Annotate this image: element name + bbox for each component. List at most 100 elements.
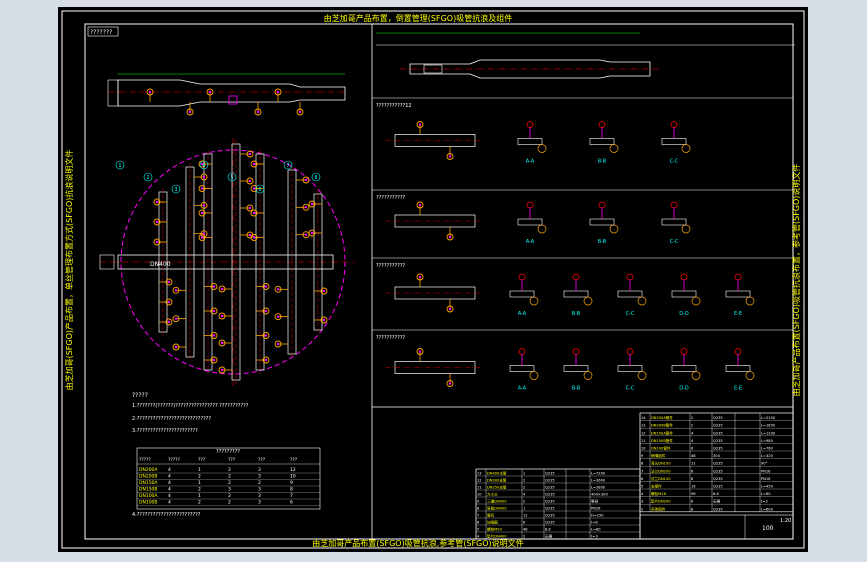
bom-cell: 螺栓M20 (487, 527, 503, 532)
bom-cell: H=150 (591, 514, 604, 518)
section-callout: B-B (572, 386, 581, 392)
bom-cell: 2 (523, 535, 525, 539)
nozzle-core (202, 175, 206, 179)
spec-table-title: ????????? (216, 449, 240, 455)
spec-table-cell: 10 (290, 474, 296, 480)
nozzle-core (174, 289, 178, 292)
bom-cell: 5 (477, 528, 479, 532)
spec-table-header: ????? (168, 457, 181, 463)
nozzle-core (155, 240, 159, 244)
nozzle-core (248, 152, 252, 156)
spec-table-cell: DN100B (139, 500, 158, 506)
part-balloon-label: 5 (230, 175, 233, 181)
bom-cell: Q235 (713, 507, 723, 511)
nozzle-core (252, 162, 256, 166)
bom-cell: 3 (641, 500, 643, 504)
drawing-scale: 1:20 (780, 518, 791, 524)
spec-table-cell: DN150B (139, 487, 158, 493)
section-callout: A-A (526, 239, 535, 245)
bom-cell: 7 (641, 469, 643, 473)
bom-cell: 石棉 (713, 499, 721, 504)
nozzle-core (448, 235, 452, 239)
bom-cell: Q235 (713, 431, 723, 435)
bom-cell: t=3 (591, 535, 598, 539)
bom-cell: Q235 (545, 514, 555, 518)
nozzle-core (167, 280, 171, 284)
section-callout: C-C (626, 386, 635, 392)
bom-cell: 盲板DN400 (487, 506, 507, 511)
bom-cell: 12 (477, 479, 482, 483)
section-callout: B-B (598, 159, 607, 165)
bom-cell: Q235 (713, 485, 723, 489)
nozzle-core (174, 345, 178, 349)
nozzle-core (264, 285, 268, 288)
bom-cell: 法兰DN150 (651, 476, 671, 481)
bom-cell: t=3 (761, 500, 768, 504)
note-line: 2.???????????????????????????? (132, 416, 211, 422)
bom-cell: L=2150 (761, 416, 776, 420)
bom-cell: L=60 (761, 492, 771, 496)
spec-table-cell: 2 (228, 467, 231, 473)
nozzle-core (276, 288, 280, 291)
bom-cell: Q235 (545, 500, 555, 504)
nozzle-core (264, 309, 268, 313)
bom-cell: 螺栓M16 (651, 491, 667, 496)
bom-cell: 弯头DN100 (651, 461, 671, 466)
bom-cell: 8.8 (545, 528, 551, 532)
section-callout: C-C (670, 159, 679, 165)
nozzle-core (448, 307, 452, 311)
sheet-tag: ??????? (90, 29, 112, 36)
nozzle-core (208, 90, 212, 94)
nozzle-core (200, 187, 204, 190)
spec-table-cell: 3 (258, 487, 261, 493)
nozzle-core (202, 204, 206, 207)
bom-cell: DN400主管 (487, 471, 507, 476)
bom-cell: DN100管件 (651, 446, 671, 451)
bom-cell: 11 (641, 439, 646, 443)
bom-cell: L=3600 (591, 479, 606, 483)
spec-table-header: ??? (258, 457, 266, 463)
bom-cell: 2 (641, 507, 643, 511)
part-balloon-label: 1 (118, 163, 121, 169)
nozzle-core (448, 382, 452, 385)
spec-table-cell: 4 (168, 467, 171, 473)
part-balloon-label: 8 (314, 175, 317, 181)
section-callout: B-B (572, 311, 581, 317)
spec-table-cell: 4 (168, 474, 171, 480)
bom-cell: Q235 (713, 477, 723, 481)
nozzle-core (212, 309, 216, 313)
nozzle-core (248, 206, 252, 210)
bom-cell: DN250支管 (487, 485, 507, 490)
bom-cell: 13 (477, 472, 482, 476)
spec-table-cell: 3 (228, 487, 231, 493)
notes-heading: ????? (132, 392, 148, 399)
spec-table-cell: 2 (198, 487, 201, 493)
spec-table-cell: 2 (228, 493, 231, 499)
spec-table-cell: 7 (290, 493, 293, 499)
bom-cell: 管托 (487, 513, 495, 518)
bom-cell: 12 (641, 431, 646, 435)
bom-cell: Q235 (713, 469, 723, 473)
bom-cell: Q235 (713, 462, 723, 466)
section-callout: D-D (679, 386, 689, 392)
nozzle-core (167, 320, 171, 324)
nozzle-core (220, 368, 224, 372)
bom-cell: 10 (477, 493, 482, 497)
bom-cell: 支撑件 (651, 484, 662, 489)
nozzle-core (252, 187, 256, 190)
spec-table-cell: 2 (198, 474, 201, 480)
part-balloon-label: 3 (174, 187, 177, 193)
spec-table-header: ??? (228, 457, 236, 463)
bom-cell: 等径 (591, 499, 599, 504)
bom-cell: Q235 (713, 416, 723, 420)
top-title: 由芝加哥产品布置，倒置管理(SFGO)吸管抗浪及组件 (324, 13, 512, 23)
nozzle-core (276, 90, 280, 94)
spec-table-cell: 3 (258, 500, 261, 506)
nozzle-core (448, 155, 452, 158)
bom-cell: L=600 (761, 507, 774, 511)
bom-cell: 96 (691, 492, 696, 496)
bom-cell: 10 (641, 447, 646, 451)
nozzle-core (200, 211, 204, 215)
nozzle-core (322, 289, 326, 293)
bom-cell: L=980 (761, 439, 774, 443)
